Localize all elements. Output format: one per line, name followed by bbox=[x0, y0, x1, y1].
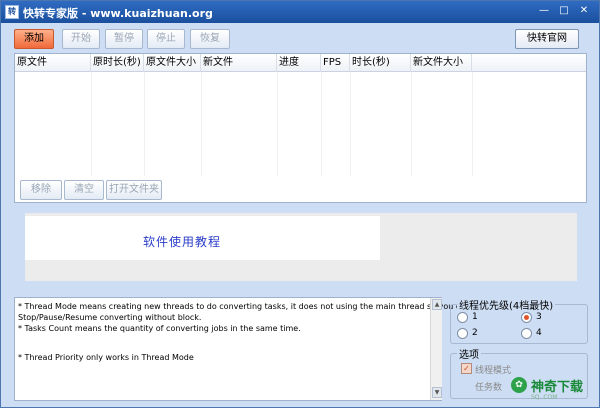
radio-label: 2 bbox=[472, 328, 478, 338]
column-divider bbox=[321, 72, 322, 176]
stop-button[interactable]: 停止 bbox=[147, 29, 185, 49]
note-line: * Thread Mode means creating new threads… bbox=[18, 302, 471, 311]
note-line: Stop/Pause/Resume converting without blo… bbox=[18, 313, 202, 322]
column-divider bbox=[201, 72, 202, 176]
watermark-text: 神奇下载 bbox=[531, 380, 584, 395]
column-source-size[interactable]: 原文件大小 bbox=[144, 54, 201, 72]
radio-icon[interactable] bbox=[457, 312, 468, 323]
app-icon: 转 bbox=[5, 5, 19, 19]
priority-option-1[interactable]: 1 bbox=[457, 312, 497, 324]
column-divider bbox=[277, 72, 278, 176]
column-progress[interactable]: 进度 bbox=[277, 54, 321, 72]
minimize-icon[interactable]: — bbox=[535, 3, 553, 19]
note-line: * Tasks Count means the quantity of conv… bbox=[18, 324, 301, 333]
main-window: 转 快转专家版 - www.kuaizhuan.org — □ ✕ 添加 开始 … bbox=[0, 0, 600, 408]
start-button[interactable]: 开始 bbox=[62, 29, 100, 49]
column-new-duration[interactable]: 时长(秒) bbox=[350, 54, 411, 72]
column-divider bbox=[91, 72, 92, 176]
priority-option-2[interactable]: 2 bbox=[457, 328, 497, 340]
radio-icon[interactable] bbox=[521, 328, 532, 339]
notes-scrollbar[interactable]: ▲ ▼ bbox=[430, 298, 442, 400]
column-new-file[interactable]: 新文件 bbox=[201, 54, 277, 72]
column-divider bbox=[411, 72, 412, 176]
thread-mode-label: 线程模式 bbox=[475, 366, 512, 376]
radio-label: 3 bbox=[536, 312, 542, 322]
official-site-button[interactable]: 快转官网 bbox=[515, 29, 579, 49]
radio-icon[interactable] bbox=[457, 328, 468, 339]
tutorial-link[interactable]: 软件使用教程 bbox=[143, 233, 221, 250]
open-folder-button[interactable]: 打开文件夹 bbox=[106, 180, 162, 200]
watermark-subtext: SQ..COM bbox=[531, 394, 558, 401]
clear-button[interactable]: 清空 bbox=[64, 180, 104, 200]
column-header: 原文件 原时长(秒) 原文件大小 新文件 进度 FPS 时长(秒) 新文件大小 bbox=[15, 54, 586, 72]
note-line: * Thread Priority only works in Thread M… bbox=[18, 353, 194, 362]
ad-area: 软件使用教程 bbox=[25, 213, 577, 281]
thread-priority-label: 线程优先级(4档最快) bbox=[457, 297, 556, 312]
restore-button[interactable]: 恢复 bbox=[190, 29, 230, 49]
column-source-duration[interactable]: 原时长(秒) bbox=[91, 54, 144, 72]
thread-mode-checkbox[interactable]: ✓ bbox=[461, 363, 472, 374]
close-icon[interactable]: ✕ bbox=[575, 3, 593, 19]
help-notes: * Thread Mode means creating new threads… bbox=[14, 297, 470, 401]
priority-option-3[interactable]: 3 bbox=[521, 312, 561, 324]
watermark-logo: ✿ 神奇下载 SQ..COM bbox=[511, 375, 599, 405]
column-divider bbox=[350, 72, 351, 176]
column-divider bbox=[144, 72, 145, 176]
window-title: 快转专家版 - www.kuaizhuan.org bbox=[23, 7, 213, 20]
column-new-size[interactable]: 新文件大小 bbox=[411, 54, 472, 72]
leaf-icon: ✿ bbox=[511, 377, 527, 393]
remove-button[interactable]: 移除 bbox=[20, 180, 62, 200]
title-bar[interactable]: 转 快转专家版 - www.kuaizhuan.org — □ ✕ bbox=[1, 1, 599, 23]
tutorial-banner[interactable]: 软件使用教程 bbox=[25, 216, 380, 260]
column-divider bbox=[472, 72, 473, 176]
options-label: 选项 bbox=[457, 346, 481, 361]
pause-button[interactable]: 暂停 bbox=[105, 29, 143, 49]
add-button[interactable]: 添加 bbox=[14, 29, 54, 49]
radio-selected-icon[interactable] bbox=[521, 312, 532, 323]
radio-label: 4 bbox=[536, 328, 542, 338]
scroll-down-icon[interactable]: ▼ bbox=[432, 387, 442, 398]
scroll-up-icon[interactable]: ▲ bbox=[432, 299, 442, 310]
column-source-file[interactable]: 原文件 bbox=[15, 54, 91, 72]
priority-option-4[interactable]: 4 bbox=[521, 328, 561, 340]
radio-label: 1 bbox=[472, 312, 478, 322]
column-fps[interactable]: FPS bbox=[321, 54, 350, 72]
file-list[interactable]: 原文件 原时长(秒) 原文件大小 新文件 进度 FPS 时长(秒) 新文件大小 … bbox=[14, 53, 587, 203]
thread-priority-group: 线程优先级(4档最快) 1 2 3 4 bbox=[450, 297, 588, 344]
tasks-count-label: 任务数 bbox=[475, 383, 503, 393]
maximize-icon[interactable]: □ bbox=[555, 3, 573, 19]
